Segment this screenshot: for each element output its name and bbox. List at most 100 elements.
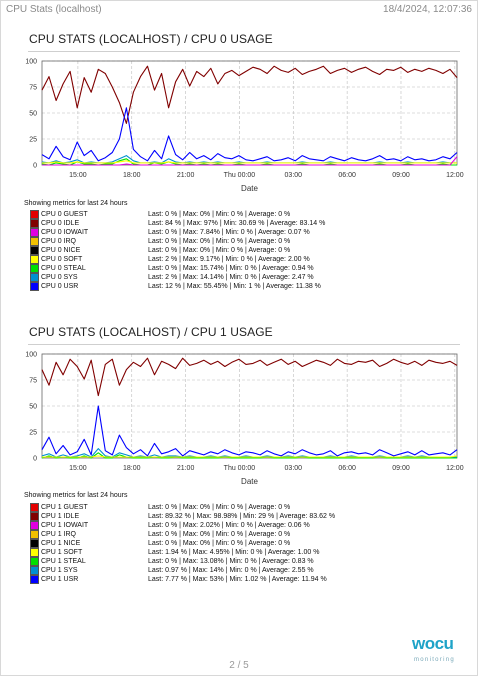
legend-series-stats: Last: 0 % | Max: 15.74% | Min: 0 % | Ave… [148, 265, 314, 272]
y-tick-label: 100 [25, 352, 37, 359]
legend-series-name: CPU 1 SYS [41, 567, 78, 574]
legend-swatch [30, 548, 39, 557]
series-line-idle [41, 357, 458, 397]
legend-swatch [30, 539, 39, 548]
document-title: CPU Stats (localhost) [6, 4, 102, 15]
document-date: 18/4/2024, 12:07:36 [383, 4, 472, 15]
legend-swatch [30, 255, 39, 264]
page-number: 2 / 5 [229, 660, 249, 671]
legend-series-name: CPU 1 IRQ [41, 531, 77, 538]
x-axis-label: Date [241, 477, 258, 486]
legend-swatch [30, 557, 39, 566]
legend-series-stats: Last: 0.97 % | Max: 14% | Min: 0 % | Ave… [148, 567, 314, 574]
legend-swatch [30, 264, 39, 273]
legend-caption: Showing metrics for last 24 hours [24, 200, 128, 207]
y-tick-label: 0 [33, 163, 37, 170]
legend-series-stats: Last: 2 % | Max: 9.17% | Min: 0 % | Aver… [148, 256, 310, 263]
legend-series-name: CPU 0 IDLE [41, 220, 80, 227]
legend-series-stats: Last: 0 % | Max: 0% | Min: 0 % | Average… [148, 531, 291, 538]
y-tick-label: 100 [25, 59, 37, 66]
x-tick-label: 18:00 [123, 172, 141, 179]
series-line-steal [41, 158, 457, 166]
y-tick-label: 75 [29, 85, 37, 92]
legend-swatch [30, 210, 39, 219]
y-tick-label: 25 [29, 137, 37, 144]
legend-swatch [30, 521, 39, 530]
legend-swatch [30, 530, 39, 539]
cpu1-usage-chart: 0 25 50 75 100 15:00 18:00 21:00 Thu 00:00 03:00 0… [25, 352, 464, 487]
legend-swatch [30, 237, 39, 246]
legend-swatch [30, 228, 39, 237]
legend-series-name: CPU 0 IRQ [41, 238, 77, 245]
legend-swatch [30, 282, 39, 291]
series-line-idle [41, 65, 458, 124]
legend-series-stats: Last: 0 % | Max: 7.84% | Min: 0 % | Aver… [148, 229, 310, 236]
cpu0-usage-chart: 0 25 50 75 100 15:00 18:00 21:00 Thu 00:00 03:00 0… [25, 59, 464, 194]
legend-series-name: CPU 0 NICE [41, 247, 81, 254]
x-tick-label: 09:00 [392, 465, 410, 472]
y-tick-label: 75 [29, 378, 37, 385]
legend-series-stats: Last: 7.77 % | Max: 53% | Min: 1.02 % | … [148, 576, 327, 583]
series-line-usr [41, 107, 458, 162]
legend-series-name: CPU 0 SYS [41, 274, 78, 281]
x-tick-label: 12:00 [446, 465, 464, 472]
y-tick-label: 50 [29, 404, 37, 411]
x-tick-label: 06:00 [338, 465, 356, 472]
legend-series-stats: Last: 0 % | Max: 0% | Min: 0 % | Average… [148, 504, 291, 511]
series-line-soft [42, 160, 457, 164]
legend-series-name: CPU 1 NICE [41, 540, 81, 547]
x-tick-label: 09:00 [392, 172, 410, 179]
x-tick-label: 03:00 [285, 465, 303, 472]
legend-series-stats: Last: 0 % | Max: 2.02% | Min: 0 % | Aver… [148, 522, 310, 529]
x-axis-label: Date [241, 184, 258, 193]
legend-series-stats: Last: 12 % | Max: 55.45% | Min: 1 % | Av… [148, 283, 321, 290]
x-tick-label: 12:00 [446, 172, 464, 179]
legend-caption: Showing metrics for last 24 hours [24, 492, 128, 499]
x-tick-label: 21:00 [177, 465, 195, 472]
legend-series-name: CPU 0 SOFT [41, 256, 83, 263]
legend-series-name: CPU 1 GUEST [41, 504, 88, 511]
legend-swatch [30, 246, 39, 255]
legend-series-stats: Last: 0 % | Max: 13.08% | Min: 0 % | Ave… [148, 558, 314, 565]
legend-series-stats: Last: 0 % | Max: 0% | Min: 0 % | Average… [148, 247, 291, 254]
legend-swatch [30, 503, 39, 512]
x-tick-label: 18:00 [123, 465, 141, 472]
legend-series-name: CPU 1 USR [41, 576, 79, 583]
legend-series-name: CPU 0 IOWAIT [41, 229, 89, 236]
legend-series-stats: Last: 1.94 % | Max: 4.95% | Min: 0 % | A… [148, 549, 320, 556]
legend-series-stats: Last: 0 % | Max: 0% | Min: 0 % | Average… [148, 238, 291, 245]
legend-series-name: CPU 0 GUEST [41, 211, 88, 218]
legend-swatch [30, 566, 39, 575]
legend-swatch [30, 273, 39, 282]
legend-series-stats: Last: 0 % | Max: 0% | Min: 0 % | Average… [148, 211, 291, 218]
x-tick-label: Thu 00:00 [224, 465, 256, 472]
legend-series-name: CPU 1 STEAL [41, 558, 86, 565]
legend-series-name: CPU 0 USR [41, 283, 79, 290]
legend-series-stats: Last: 89.32 % | Max: 98.98% | Min: 29 % … [148, 513, 336, 520]
y-tick-label: 25 [29, 430, 37, 437]
series-line-usr [41, 405, 458, 457]
section-title-cpu1: CPU STATS (LOCALHOST) / CPU 1 USAGE [29, 325, 273, 339]
legend-swatch [30, 219, 39, 228]
legend-series-stats: Last: 84 % | Max: 97% | Min: 30.69 % | A… [148, 220, 326, 227]
legend-series-stats: Last: 0 % | Max: 0% | Min: 0 % | Average… [148, 540, 291, 547]
section-divider [28, 51, 460, 52]
x-tick-label: 15:00 [69, 172, 87, 179]
legend-swatch [30, 512, 39, 521]
legend-series-name: CPU 1 IOWAIT [41, 522, 89, 529]
legend-series-name: CPU 1 IDLE [41, 513, 80, 520]
logo-text: wocu [412, 634, 454, 653]
section-divider [28, 344, 460, 345]
x-tick-label: 03:00 [285, 172, 303, 179]
legend-series-stats: Last: 2 % | Max: 14.14% | Min: 0 % | Ave… [148, 274, 314, 281]
section-title-cpu0: CPU STATS (LOCALHOST) / CPU 0 USAGE [29, 32, 273, 46]
x-tick-label: 06:00 [338, 172, 356, 179]
x-tick-label: 21:00 [177, 172, 195, 179]
x-tick-label: 15:00 [69, 465, 87, 472]
y-tick-label: 50 [29, 111, 37, 118]
legend-series-name: CPU 1 SOFT [41, 549, 83, 556]
x-tick-label: Thu 00:00 [224, 172, 256, 179]
legend-series-name: CPU 0 STEAL [41, 265, 86, 272]
y-tick-label: 0 [33, 456, 37, 463]
legend-swatch [30, 575, 39, 584]
